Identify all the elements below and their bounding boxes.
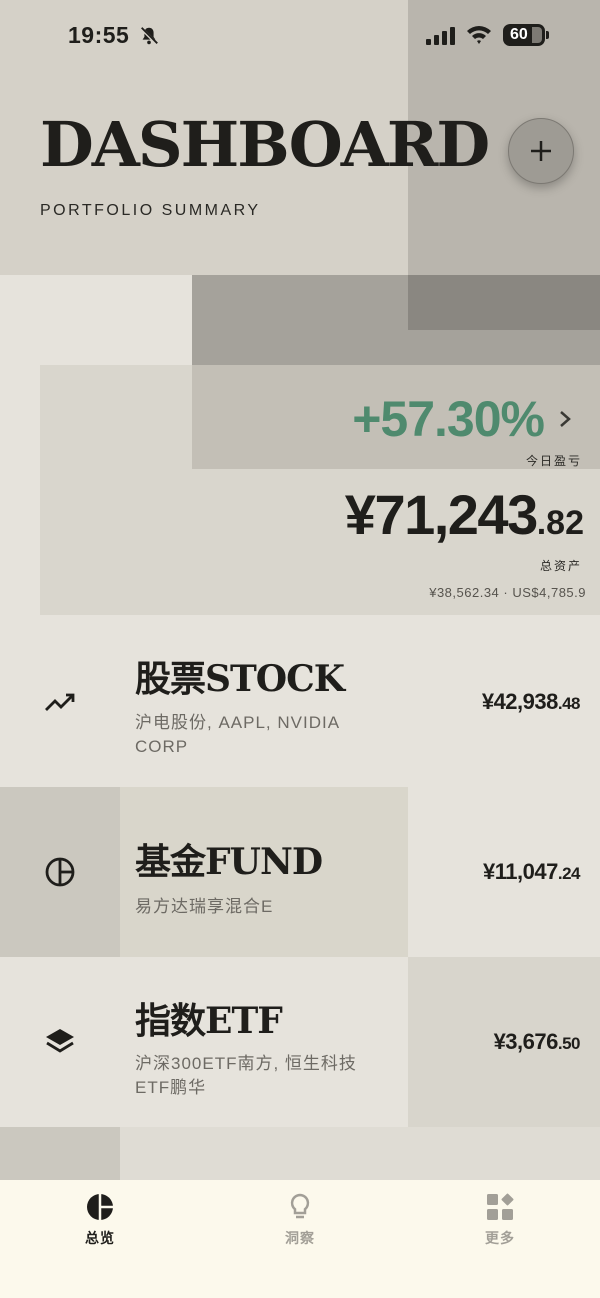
value-integer: ¥42,938	[481, 689, 559, 714]
pie-chart-icon	[87, 1194, 113, 1220]
value-integer: ¥3,676	[493, 1029, 559, 1054]
tab-more[interactable]: 更多	[450, 1192, 550, 1248]
category-title: 股票STOCK	[135, 658, 345, 700]
page-subtitle: PORTFOLIO SUMMARY	[40, 202, 261, 219]
pie-chart-icon	[40, 852, 80, 892]
total-assets: ¥71,243.82	[345, 482, 584, 547]
lightbulb-icon	[290, 1193, 310, 1219]
bell-slash-icon	[139, 26, 159, 46]
layers-icon	[40, 1022, 80, 1062]
trend-up-icon	[40, 682, 80, 722]
category-value: ¥3,676.50	[493, 1029, 581, 1055]
decor-block	[0, 1127, 120, 1187]
tab-overview[interactable]: 总览	[50, 1192, 150, 1248]
battery-level: 60	[510, 26, 528, 43]
change-label: 今日盈亏	[525, 454, 582, 468]
category-title: 基金FUND	[135, 841, 323, 883]
category-desc: 沪深300ETF南方, 恒生科技ETF鹏华	[135, 1054, 357, 1097]
total-decimal: .82	[536, 504, 584, 542]
grid-icon	[487, 1193, 514, 1220]
total-integer: ¥71,243	[344, 483, 538, 546]
wifi-icon	[467, 26, 491, 44]
plus-icon	[531, 141, 551, 161]
category-desc: 易方达瑞享混合E	[135, 897, 274, 916]
change-percent: +57.30%	[352, 391, 545, 447]
status-time: 19:55	[68, 22, 130, 48]
add-button[interactable]	[508, 118, 574, 184]
battery-icon: 60	[503, 24, 549, 46]
value-integer: ¥11,047	[483, 859, 558, 884]
tab-label: 洞察	[285, 1230, 315, 1246]
tab-insights[interactable]: 洞察	[250, 1192, 350, 1248]
tab-label: 更多	[485, 1230, 515, 1246]
tab-label: 总览	[85, 1230, 115, 1246]
signal-icon	[426, 27, 455, 45]
decor-block	[120, 1127, 600, 1187]
chevron-right-icon	[560, 411, 571, 427]
category-value: ¥11,047.24	[483, 859, 580, 885]
page-title: DASHBOARD	[40, 108, 490, 181]
category-desc: 沪电股份, AAPL, NVIDIA CORP	[135, 713, 340, 756]
value-decimal: .50	[557, 1034, 581, 1053]
category-value: ¥42,938.48	[481, 689, 581, 715]
daily-change[interactable]: +57.30%	[352, 390, 572, 448]
value-decimal: .24	[557, 864, 581, 883]
category-title: 指数ETF	[135, 1000, 283, 1042]
value-decimal: .48	[557, 694, 581, 713]
sub-values: ¥38,562.34 · US$4,785.9	[429, 585, 586, 600]
total-label: 总资产	[539, 559, 582, 573]
decor-block	[408, 275, 600, 330]
